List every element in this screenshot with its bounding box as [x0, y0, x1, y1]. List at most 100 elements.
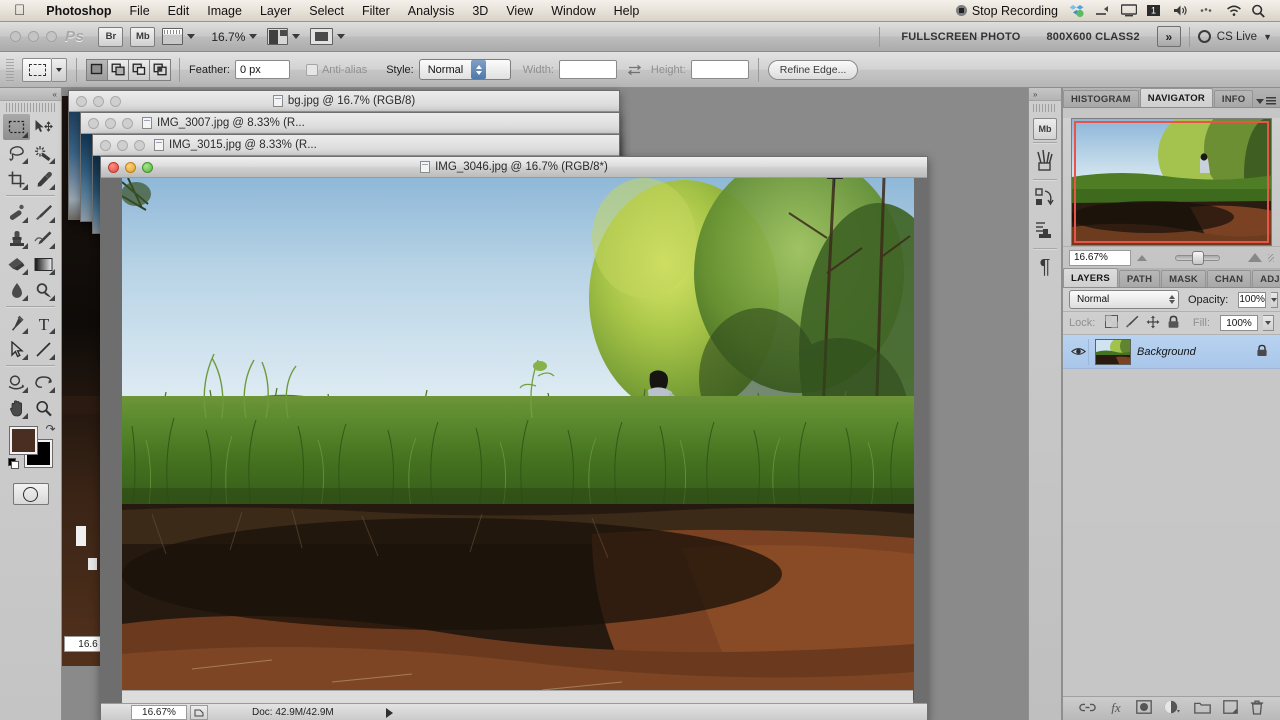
status-expand-chevron-icon[interactable]: [385, 707, 393, 718]
zoom-out-icon[interactable]: [1137, 254, 1147, 261]
screen-mode-chevron-down-icon[interactable]: [337, 34, 346, 39]
spotlight-search-icon[interactable]: [1251, 4, 1266, 18]
style-select[interactable]: Normal: [418, 59, 511, 80]
menu-item-select[interactable]: Select: [300, 0, 353, 22]
brush-tool[interactable]: [30, 199, 57, 225]
zoom-level-value[interactable]: 16.7%: [211, 30, 245, 44]
lock-position-icon[interactable]: [1146, 315, 1160, 332]
anti-alias-checkbox[interactable]: [305, 63, 318, 76]
layer-row-background[interactable]: Background: [1063, 335, 1280, 369]
photo-canvas[interactable]: [122, 178, 914, 700]
layer-list[interactable]: Background: [1063, 334, 1280, 522]
active-document-window[interactable]: IMG_3046.jpg @ 16.7% (RGB/8*) 16.67% Doc…: [100, 156, 928, 720]
lasso-tool[interactable]: [3, 140, 30, 166]
rectangular-marquee-tool[interactable]: [3, 114, 30, 140]
battery-icon[interactable]: 1: [1147, 4, 1162, 18]
arrange-documents-chevron-down-icon[interactable]: [292, 34, 301, 39]
menu-item-layer[interactable]: Layer: [251, 0, 300, 22]
foreground-color-swatch[interactable]: [8, 426, 38, 455]
layer-name[interactable]: Background: [1137, 346, 1196, 358]
pen-tool[interactable]: [3, 310, 30, 336]
brush-panel-icon[interactable]: [1030, 145, 1060, 177]
panel-resize-grip[interactable]: [1268, 253, 1274, 262]
view-extras-chevron-down-icon[interactable]: [187, 34, 196, 39]
default-colors-icon[interactable]: [7, 458, 21, 471]
bluetooth-icon[interactable]: [1199, 4, 1214, 18]
window-controls[interactable]: [100, 139, 145, 151]
cs-live-button[interactable]: CS Live ▼: [1197, 30, 1272, 43]
gradient-tool[interactable]: [30, 251, 57, 277]
tab-navigator[interactable]: NAVIGATOR: [1139, 88, 1213, 107]
quick-selection-tool[interactable]: [30, 140, 57, 166]
tab-info[interactable]: INFO: [1213, 90, 1254, 107]
hand-tool[interactable]: [3, 395, 30, 421]
airplay-icon[interactable]: [1095, 4, 1110, 18]
tab-paths[interactable]: PATH: [1118, 270, 1161, 287]
adjustment-layer-icon[interactable]: [1164, 700, 1181, 717]
options-bar-drag-handle[interactable]: [6, 58, 14, 81]
paragraph-panel-icon[interactable]: ¶: [1030, 251, 1060, 283]
navigator-view-box[interactable]: [1074, 121, 1269, 243]
refine-edge-button[interactable]: Refine Edge...: [767, 59, 859, 80]
3d-orbit-camera-tool[interactable]: [30, 369, 57, 395]
3d-rotate-tool[interactable]: [3, 369, 30, 395]
add-to-selection-button[interactable]: [107, 58, 129, 81]
workspace-fullscreen-photo[interactable]: FULLSCREEN PHOTO: [888, 31, 1033, 43]
lock-image-pixels-icon[interactable]: [1125, 315, 1139, 331]
expand-status-icon[interactable]: [190, 705, 208, 720]
blend-mode-select[interactable]: Normal: [1069, 290, 1179, 309]
tab-histogram[interactable]: HISTOGRAM: [1063, 90, 1139, 107]
window-title-bar[interactable]: bg.jpg @ 16.7% (RGB/8): [69, 91, 619, 112]
menu-item-analysis[interactable]: Analysis: [399, 0, 464, 22]
menu-item-image[interactable]: Image: [198, 0, 251, 22]
document-canvas-area[interactable]: [101, 178, 927, 703]
layer-style-icon[interactable]: fx: [1108, 700, 1124, 717]
quick-mask-icon[interactable]: [12, 483, 49, 505]
fill-input[interactable]: 100%: [1220, 315, 1258, 331]
tools-panel-drag-handle[interactable]: [6, 103, 55, 112]
blur-tool[interactable]: [3, 277, 30, 303]
tab-channels[interactable]: CHAN: [1206, 270, 1252, 287]
window-title-bar[interactable]: IMG_3007.jpg @ 8.33% (R...: [81, 113, 619, 134]
spot-healing-brush-tool[interactable]: [3, 199, 30, 225]
layer-mask-icon[interactable]: [1136, 700, 1153, 717]
wifi-icon[interactable]: [1225, 4, 1241, 18]
type-tool[interactable]: T: [30, 310, 57, 336]
new-layer-icon[interactable]: [1222, 700, 1238, 717]
display-icon[interactable]: [1120, 3, 1138, 18]
line-shape-tool[interactable]: [30, 336, 57, 362]
opacity-chevron-down-icon[interactable]: [1270, 291, 1278, 308]
dock-expand-button[interactable]: »: [1029, 88, 1061, 101]
fill-chevron-down-icon[interactable]: [1263, 315, 1274, 331]
move-tool[interactable]: [30, 114, 57, 140]
menu-item-file[interactable]: File: [121, 0, 159, 22]
new-selection-button[interactable]: [86, 58, 108, 81]
menu-item-edit[interactable]: Edit: [159, 0, 199, 22]
clone-stamp-tool[interactable]: [3, 225, 30, 251]
height-input[interactable]: [690, 60, 749, 79]
lock-transparent-pixels-icon[interactable]: [1105, 315, 1119, 331]
opacity-input[interactable]: 100%: [1238, 291, 1266, 308]
dodge-tool[interactable]: [30, 277, 57, 303]
panel-menu-icon[interactable]: [1256, 97, 1276, 107]
workspace-800x600-class2[interactable]: 800X600 CLASS2: [1033, 31, 1152, 43]
screen-mode-icon[interactable]: [310, 28, 334, 45]
rectangular-marquee-icon[interactable]: [22, 57, 52, 82]
slider-knob[interactable]: [1191, 250, 1204, 265]
lock-all-icon[interactable]: [1167, 315, 1180, 332]
active-window-title-bar[interactable]: IMG_3046.jpg @ 16.7% (RGB/8*): [101, 157, 927, 178]
launch-bridge-button[interactable]: Br: [98, 26, 124, 47]
intersect-selection-button[interactable]: [149, 58, 171, 81]
history-brush-tool[interactable]: [30, 225, 57, 251]
tools-panel-collapse-button[interactable]: «: [0, 88, 61, 101]
tab-adjustments[interactable]: ADJU: [1252, 270, 1280, 287]
menu-item-window[interactable]: Window: [542, 0, 604, 22]
zoom-in-icon[interactable]: [1248, 253, 1262, 262]
workspace-overflow-button[interactable]: »: [1156, 26, 1181, 47]
window-controls[interactable]: [88, 117, 133, 129]
menu-item-view[interactable]: View: [497, 0, 542, 22]
mini-bridge-panel-icon[interactable]: Mb: [1033, 118, 1057, 140]
feather-input[interactable]: 0 px: [234, 60, 290, 79]
history-panel-icon[interactable]: [1030, 182, 1060, 214]
zoom-tool[interactable]: [30, 395, 57, 421]
